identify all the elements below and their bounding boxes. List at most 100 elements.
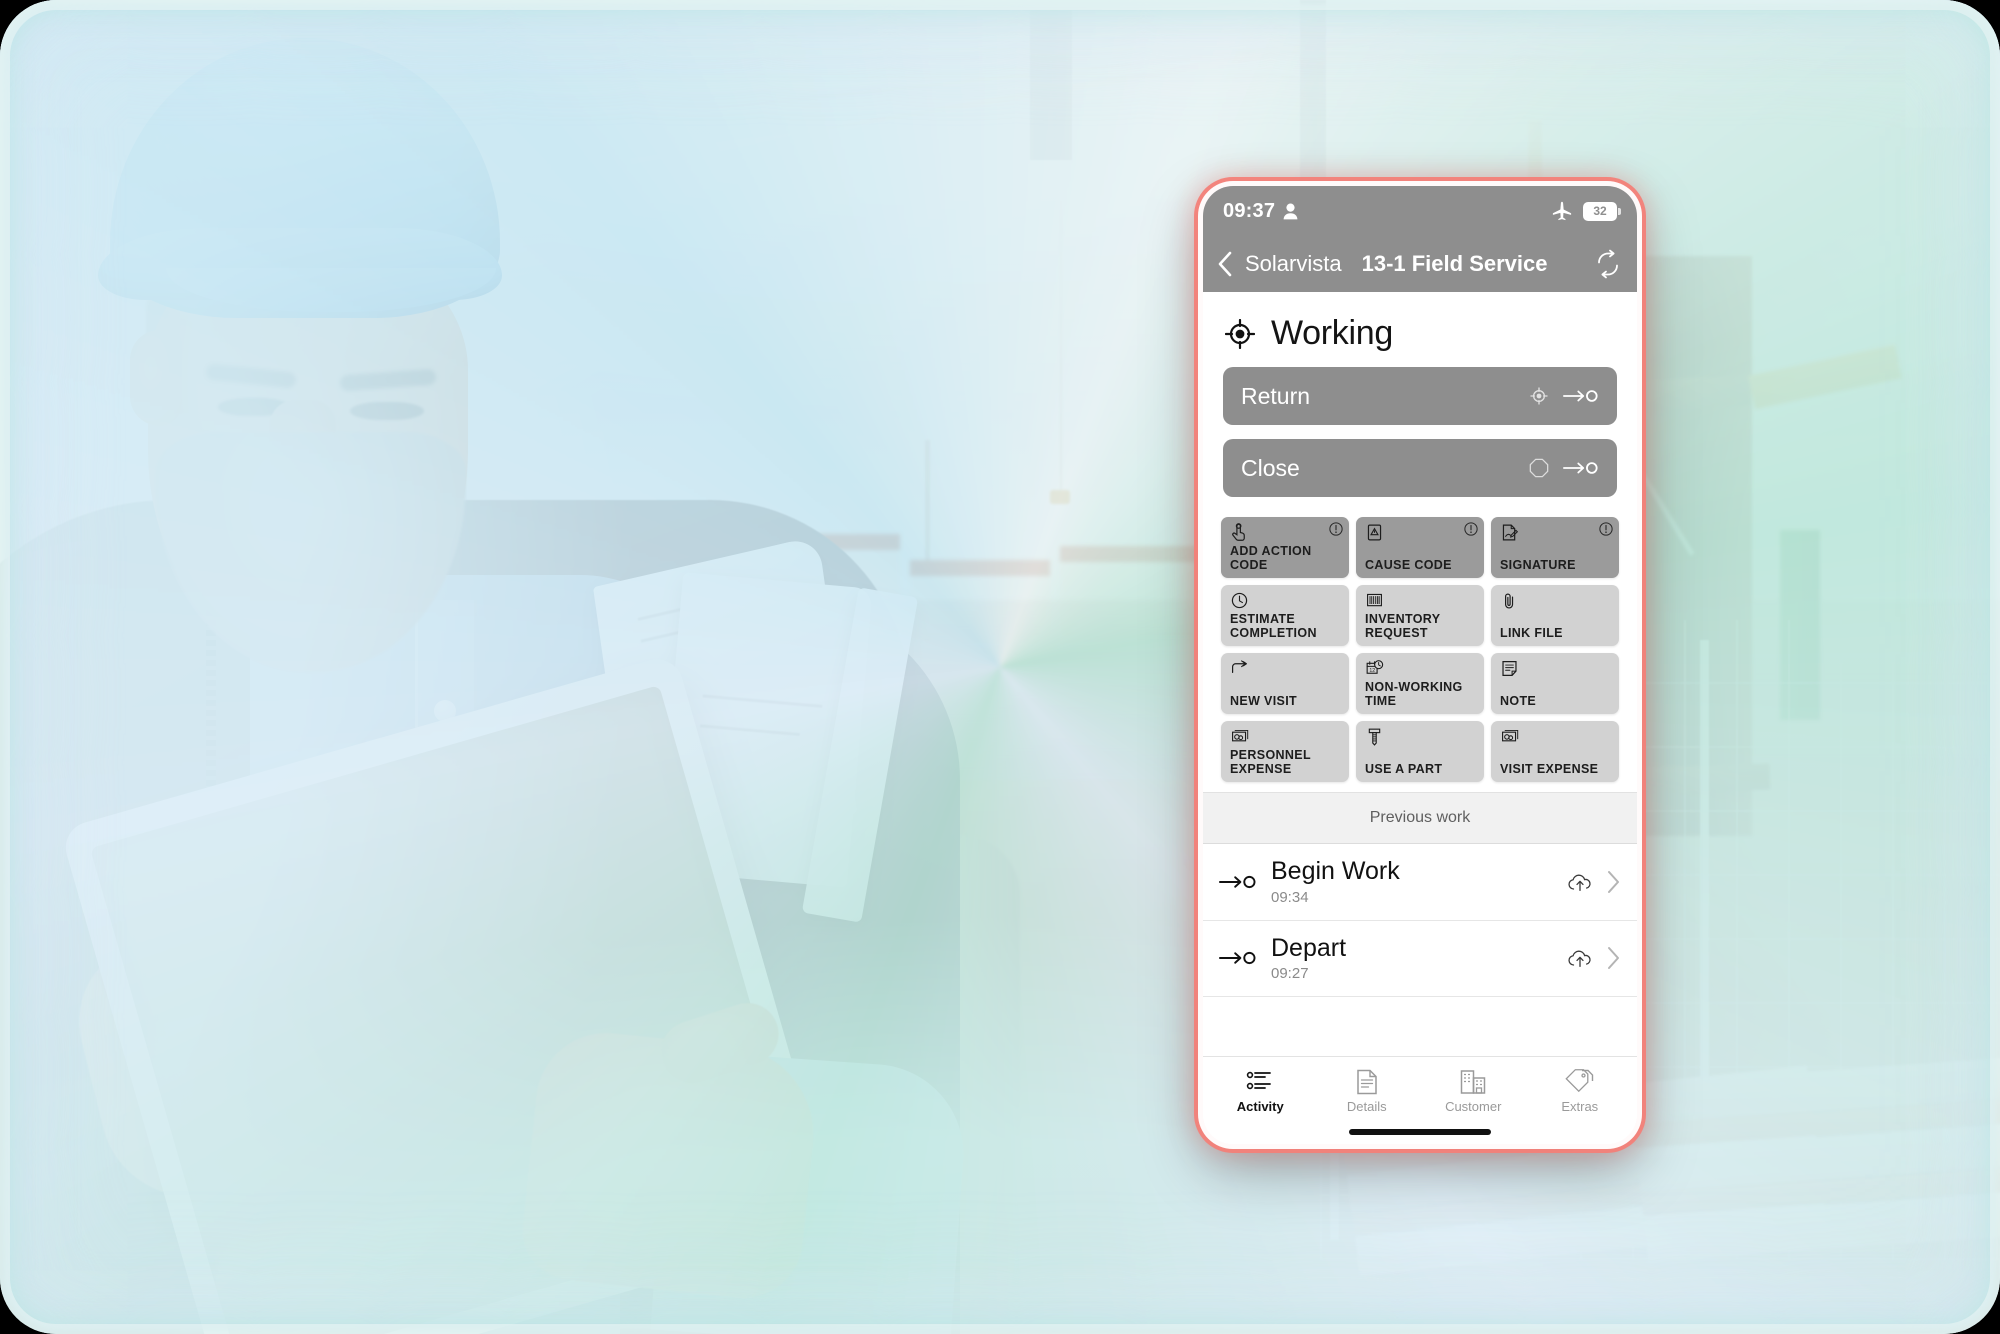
tile-label: ADD ACTION CODE [1230,545,1341,572]
close-icons [1529,458,1599,478]
alert-badge-icon [1464,522,1478,536]
tab-activity[interactable]: Activity [1207,1065,1314,1116]
work-row-time: 09:34 [1271,889,1553,906]
document-icon [1355,1069,1379,1095]
tile-visit-expense[interactable]: VISIT EXPENSE [1491,721,1619,782]
steel-column-left [1030,10,1072,160]
tile-personnel-expense[interactable]: PERSONNEL EXPENSE [1221,721,1349,782]
background-photo [0,0,2000,1334]
action-tile-grid: ADD ACTION CODE CAUSE CODE SIGNATURE [1203,511,1637,792]
close-button[interactable]: Close [1223,439,1617,497]
tile-new-visit[interactable]: NEW VISIT [1221,653,1349,714]
tile-note[interactable]: NOTE [1491,653,1619,714]
page-title: Working [1271,314,1393,353]
tile-non-working-time[interactable]: 12 NON-WORKING TIME [1356,653,1484,714]
nav-title: 13-1 Field Service [1362,251,1548,277]
arrow-to-node-icon [1219,872,1257,892]
tile-estimate-completion[interactable]: ESTIMATE COMPLETION [1221,585,1349,646]
arrow-forward-icon [1230,659,1341,679]
arrow-to-node-icon [1563,387,1599,405]
tile-label: CAUSE CODE [1365,559,1476,573]
alert-badge-icon [1329,522,1343,536]
work-row-title: Begin Work [1271,858,1553,886]
tile-label: USE A PART [1365,763,1476,777]
crane-cable [1060,200,1062,500]
tile-label: ESTIMATE COMPLETION [1230,613,1341,640]
tab-bar: Activity Details [1203,1056,1637,1120]
tags-icon [1565,1069,1595,1095]
activity-list-icon [1246,1069,1274,1095]
battery-indicator: 32 [1583,202,1617,221]
tab-label: Customer [1445,1099,1501,1114]
clock-icon [1230,591,1341,611]
airplane-mode-icon [1551,201,1573,221]
person-icon [1283,203,1298,220]
worker [0,0,970,1334]
eye-right [350,402,424,420]
tile-link-file[interactable]: LINK FILE [1491,585,1619,646]
return-button[interactable]: Return [1223,367,1617,425]
signature-pen-icon [1500,523,1611,543]
work-row-time: 09:27 [1271,965,1553,982]
tab-label: Extras [1561,1099,1598,1114]
chevron-left-icon[interactable] [1217,251,1233,277]
previous-work-header: Previous work [1203,792,1637,844]
close-label: Close [1241,455,1300,482]
tile-label: VISIT EXPENSE [1500,763,1611,777]
tile-add-action-code[interactable]: ADD ACTION CODE [1221,517,1349,578]
status-bar-left: 09:37 [1223,200,1298,223]
arrow-to-node-icon [1219,948,1257,968]
tile-cause-code[interactable]: CAUSE CODE [1356,517,1484,578]
hand-tap-icon [1230,523,1341,543]
nav-bar: Solarvista 13-1 Field Service [1203,236,1637,292]
note-lines-icon [1500,659,1611,679]
tab-label: Details [1347,1099,1387,1114]
return-icons [1529,386,1599,406]
arrow-to-node-icon [1563,459,1599,477]
building-icon [1459,1069,1487,1095]
cloud-upload-icon[interactable] [1567,947,1593,969]
app-screen: Working Return [1203,292,1637,1144]
table-row[interactable]: Begin Work 09:34 [1203,844,1637,921]
tile-label: NON-WORKING TIME [1365,681,1476,708]
work-row-title: Depart [1271,935,1553,963]
return-label: Return [1241,383,1310,410]
tab-customer[interactable]: Customer [1420,1065,1527,1116]
money-note-icon [1230,727,1341,747]
calendar-clock-icon: 12 [1365,659,1476,679]
tile-label: NOTE [1500,695,1611,709]
table-row[interactable]: Depart 09:27 [1203,921,1637,998]
alert-badge-icon [1599,522,1613,536]
cloud-upload-icon[interactable] [1567,871,1593,893]
octagon-stop-icon [1529,458,1549,478]
tile-inventory-request[interactable]: INVENTORY REQUEST [1356,585,1484,646]
barcode-icon [1365,591,1476,611]
battery-level: 32 [1593,204,1606,218]
phone-mockup: 09:37 32 Solarvista 13-1 Field Service [1203,186,1637,1144]
target-crosshair-icon [1529,386,1549,406]
sync-icon[interactable] [1593,249,1623,279]
bolt-screw-icon [1365,727,1476,747]
money-note-icon [1500,727,1611,747]
nav-back-label[interactable]: Solarvista [1245,251,1342,277]
status-bar: 09:37 32 [1203,186,1637,236]
chevron-right-icon [1607,870,1621,894]
crane-hook [1050,490,1070,504]
tile-label: SIGNATURE [1500,559,1611,573]
warning-document-icon [1365,523,1476,543]
svg-text:12: 12 [1369,668,1375,674]
tab-details[interactable]: Details [1314,1065,1421,1116]
status-bar-right: 32 [1551,201,1617,221]
home-indicator[interactable] [1203,1120,1637,1144]
tile-signature[interactable]: SIGNATURE [1491,517,1619,578]
ear [130,330,182,426]
paperclip-icon [1500,591,1611,611]
tile-label: LINK FILE [1500,627,1611,641]
tab-extras[interactable]: Extras [1527,1065,1634,1116]
target-crosshair-icon [1225,319,1255,349]
work-row-text: Begin Work 09:34 [1271,858,1553,906]
work-row-text: Depart 09:27 [1271,935,1553,983]
tile-label: NEW VISIT [1230,695,1341,709]
tile-use-a-part[interactable]: USE A PART [1356,721,1484,782]
tile-label: INVENTORY REQUEST [1365,613,1476,640]
